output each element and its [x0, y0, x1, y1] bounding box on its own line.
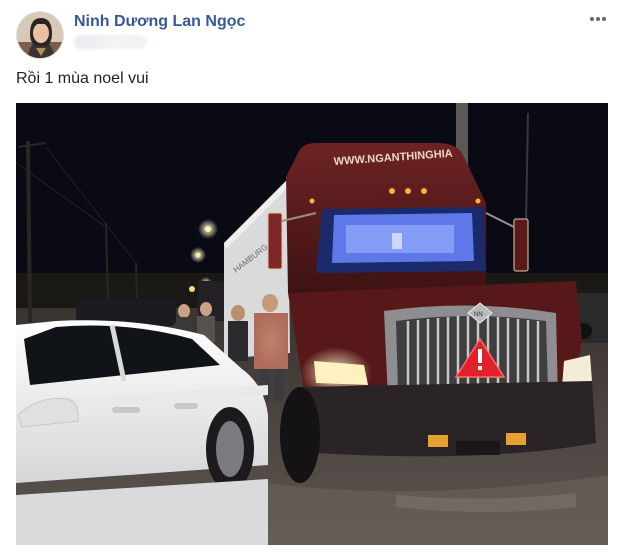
more-horizontal-icon — [590, 17, 606, 21]
post-timestamp-blurred — [74, 35, 146, 49]
author-name[interactable]: Ninh Dương Lan Ngọc — [74, 13, 245, 31]
facebook-post: Ninh Dương Lan Ngọc Rồi 1 mùa noel vui H… — [0, 0, 620, 557]
author-avatar[interactable] — [16, 11, 64, 59]
more-options-button[interactable] — [584, 10, 612, 28]
truck-night-scene-image: HAMBURG SÜD WWW.NGANTHINGHIA NN — [16, 103, 608, 545]
post-status-text: Rồi 1 mùa noel vui — [16, 70, 149, 87]
grille-badge: NN — [474, 312, 483, 318]
avatar-image — [17, 12, 63, 58]
post-photo[interactable]: HAMBURG SÜD WWW.NGANTHINGHIA NN — [16, 103, 608, 545]
